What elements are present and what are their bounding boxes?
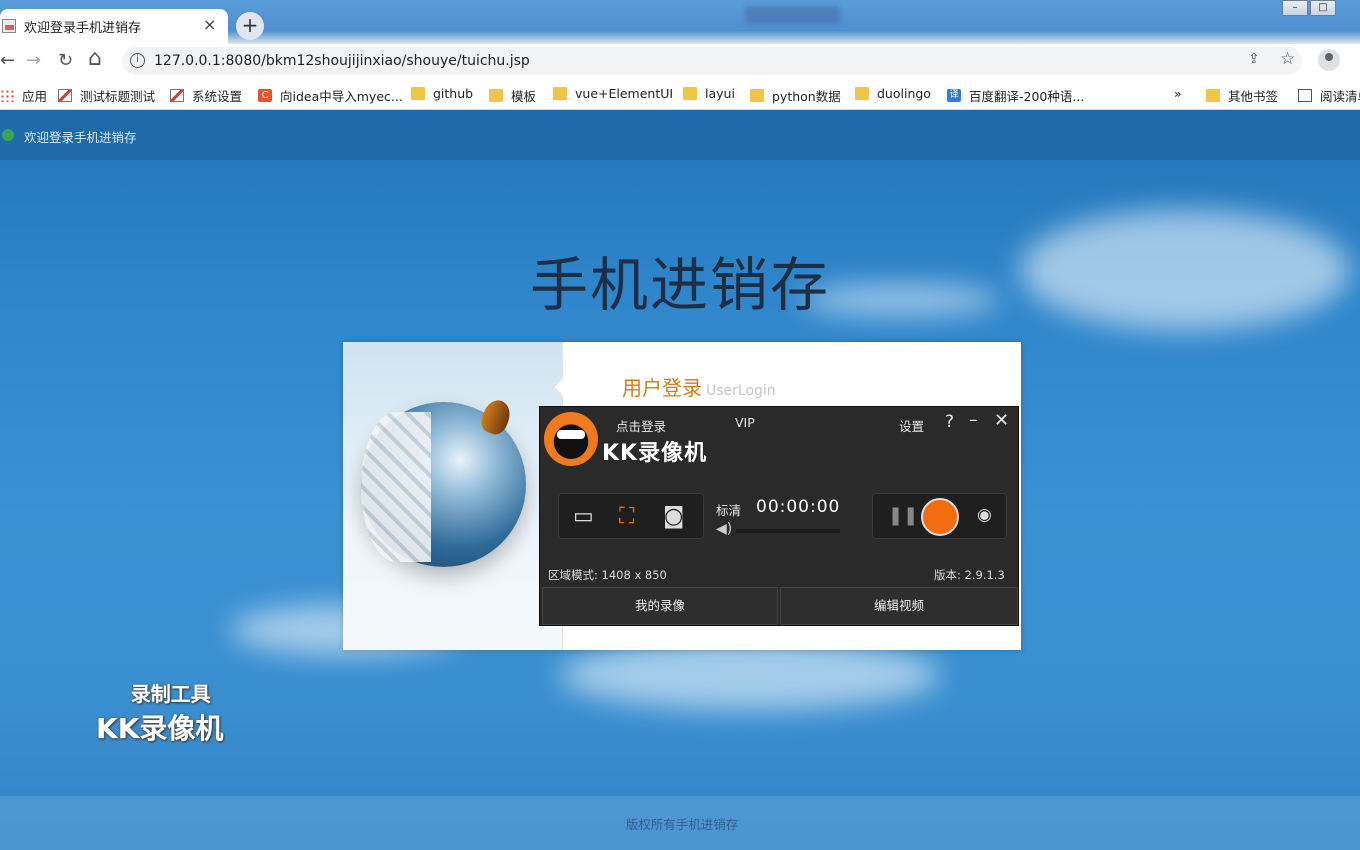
page-title: 手机进销存 <box>529 251 830 319</box>
bookmark-templates[interactable]: 模板 <box>489 86 536 105</box>
folder-icon <box>489 89 503 102</box>
bookmark-apps[interactable]: 应用 <box>0 86 47 105</box>
home-icon[interactable]: ⌂ <box>88 46 102 71</box>
tab-title: 欢迎登录手机进销存 <box>24 21 142 36</box>
kk-minimize-icon[interactable]: – <box>969 410 978 430</box>
cloud-decoration <box>560 640 940 710</box>
share-icon[interactable]: ⇪ <box>1248 51 1260 67</box>
bookmarks-overflow-button[interactable]: » <box>1174 86 1182 101</box>
kk-capture-modes: ▭ ⛶ ◙ <box>558 493 704 539</box>
image-icon <box>58 89 72 102</box>
screenshot-camera-icon[interactable]: ◉ <box>977 505 992 525</box>
volume-icon[interactable]: ◀) <box>716 521 732 537</box>
kk-quality-label[interactable]: 标清 <box>716 500 741 519</box>
page-top-strip: 欢迎登录手机进销存 <box>0 110 1360 160</box>
apps-icon <box>0 89 14 102</box>
kk-version-text: 版本: 2.9.1.3 <box>934 568 1005 582</box>
folder-icon <box>411 87 425 100</box>
image-icon <box>170 89 184 102</box>
welcome-text: 欢迎登录手机进销存 <box>24 130 137 145</box>
bookmark-python-data[interactable]: python数据 <box>750 86 841 105</box>
url-text[interactable]: 127.0.0.1:8080/bkm12shoujijinxiao/shouye… <box>154 53 530 69</box>
reload-icon[interactable]: ↻ <box>58 50 73 71</box>
translate-icon: 译 <box>947 89 961 102</box>
folder-icon <box>855 87 869 100</box>
window-title-blurred <box>745 6 840 24</box>
area-mode-icon[interactable]: ⛶ <box>619 504 634 529</box>
profile-avatar-icon[interactable] <box>1318 49 1340 71</box>
welcome-icon <box>2 129 14 141</box>
kk-area-mode-text: 区域模式: 1408 x 850 <box>548 568 667 582</box>
reading-list[interactable]: 阅读清单 <box>1298 86 1360 105</box>
page-footer: 版权所有手机进销存 <box>0 796 1360 850</box>
other-bookmarks[interactable]: 其他书签 <box>1206 86 1278 105</box>
bookmark-github[interactable]: github <box>411 86 473 101</box>
tab-close-icon[interactable]: × <box>203 15 216 34</box>
kk-recorder-window: KK录像机 点击登录 VIP 设置 ? – ✕ ▭ ⛶ ◙ 标清 00:00:0… <box>539 406 1019 626</box>
kk-record-controls: ❚❚ ◉ <box>872 493 1007 539</box>
edit-video-button[interactable]: 编辑视频 <box>780 587 1018 625</box>
kk-settings-button[interactable]: 设置 <box>899 416 924 435</box>
login-title-english: UserLogin <box>706 383 776 399</box>
folder-icon <box>553 87 567 100</box>
tab-favicon-icon <box>2 19 16 33</box>
c-icon: C <box>258 89 272 102</box>
bookmark-idea-import[interactable]: C 向idea中导入myec... <box>258 86 403 105</box>
login-illustration <box>343 342 563 650</box>
my-recordings-button[interactable]: 我的录像 <box>542 587 778 625</box>
browser-tab[interactable]: 欢迎登录手机进销存 × <box>0 9 228 44</box>
pause-icon[interactable]: ❚❚ <box>888 505 918 526</box>
recorder-watermark: 录制工具 KK录像机 <box>96 682 224 745</box>
bookmarks-bar: 应用 测试标题测试 系统设置 C 向idea中导入myec... github 模… <box>0 78 1360 110</box>
kk-vip-link[interactable]: VIP <box>735 415 755 430</box>
kk-close-icon[interactable]: ✕ <box>994 410 1009 431</box>
forward-arrow-icon[interactable]: → <box>26 50 41 71</box>
record-button[interactable] <box>921 498 959 536</box>
back-arrow-icon[interactable]: ← <box>0 50 15 71</box>
copyright-text: 版权所有手机进销存 <box>625 817 739 832</box>
window-minimize-button[interactable]: – <box>1282 0 1308 16</box>
bookmark-vue-elementui[interactable]: vue+ElementUI <box>553 86 673 101</box>
folder-icon <box>750 89 764 102</box>
login-title: 用户登录 UserLogin <box>622 376 776 400</box>
browser-tab-bar: 欢迎登录手机进销存 × + – □ <box>0 0 1360 44</box>
kk-logo-icon <box>544 412 598 466</box>
bookmark-duolingo[interactable]: duolingo <box>855 86 931 101</box>
address-bar-row: ← → ↻ ⌂ i 127.0.0.1:8080/bkm12shoujijinx… <box>0 44 1360 78</box>
fullscreen-mode-icon[interactable]: ▭ <box>573 504 594 529</box>
bookmark-star-icon[interactable]: ☆ <box>1280 49 1295 69</box>
bookmark-test-title[interactable]: 测试标题测试 <box>58 86 155 105</box>
site-info-icon[interactable]: i <box>130 53 145 68</box>
new-tab-button[interactable]: + <box>236 12 264 40</box>
folder-icon <box>683 87 697 100</box>
folder-icon <box>1206 89 1220 102</box>
bookmark-system-settings[interactable]: 系统设置 <box>170 86 242 105</box>
bookmark-baidu-translate[interactable]: 译百度翻译-200种语... <box>947 86 1084 105</box>
url-input[interactable]: i 127.0.0.1:8080/bkm12shoujijinxiao/shou… <box>122 47 1302 75</box>
kk-help-icon[interactable]: ? <box>945 412 954 432</box>
bookmark-layui[interactable]: layui <box>683 86 735 101</box>
kk-timer: 00:00:00 <box>756 497 841 517</box>
window-maximize-button[interactable]: □ <box>1310 0 1336 16</box>
kk-login-link[interactable]: 点击登录 <box>616 416 666 435</box>
reading-list-icon <box>1298 89 1312 102</box>
kk-brand-name: KK录像机 <box>602 441 708 466</box>
game-mode-icon[interactable]: ◙ <box>663 504 684 529</box>
kk-volume-slider[interactable] <box>736 529 840 533</box>
